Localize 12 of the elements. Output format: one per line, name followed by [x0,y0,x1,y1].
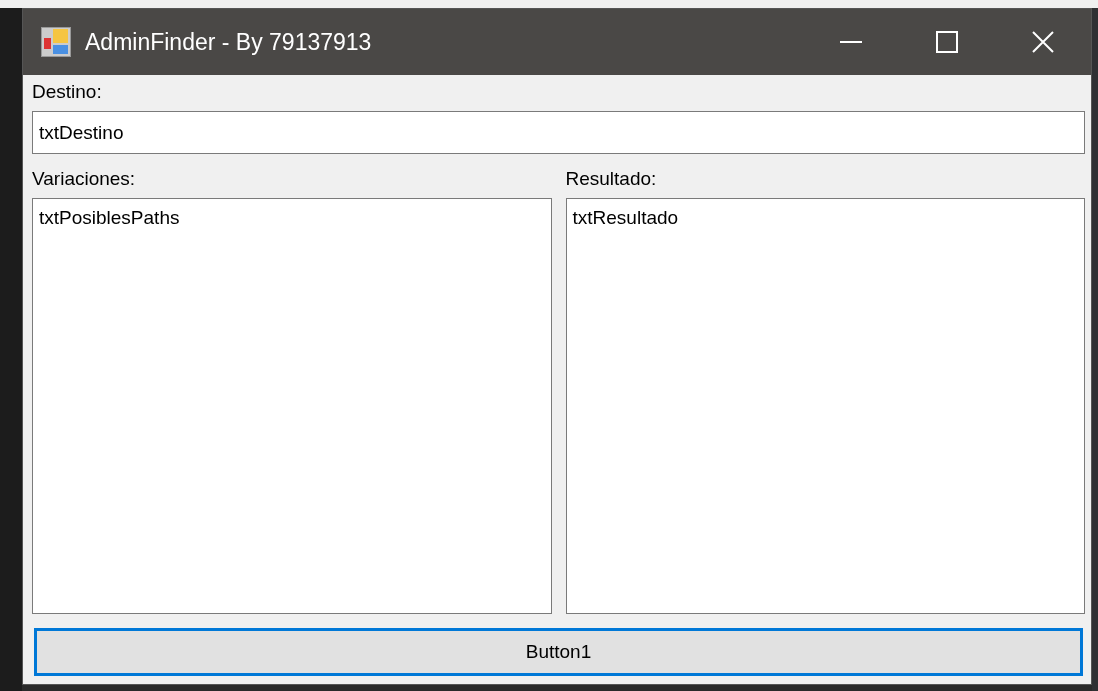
close-icon [1032,31,1054,53]
input-field[interactable]: txtDestino [32,111,1085,154]
text-area[interactable]: txtPosiblesPaths [32,198,552,614]
minimize-icon [840,41,862,43]
action-button[interactable]: Button1 [34,628,1083,676]
text-area[interactable]: txtResultado [565,198,1085,614]
maximize-icon [936,31,958,53]
app-icon [41,27,71,57]
field-label: Resultado: [565,167,658,191]
field-label: Variaciones: [32,167,137,191]
window-title: AdminFinder - By 79137913 [85,28,373,56]
field-label: Destino: [32,80,103,104]
